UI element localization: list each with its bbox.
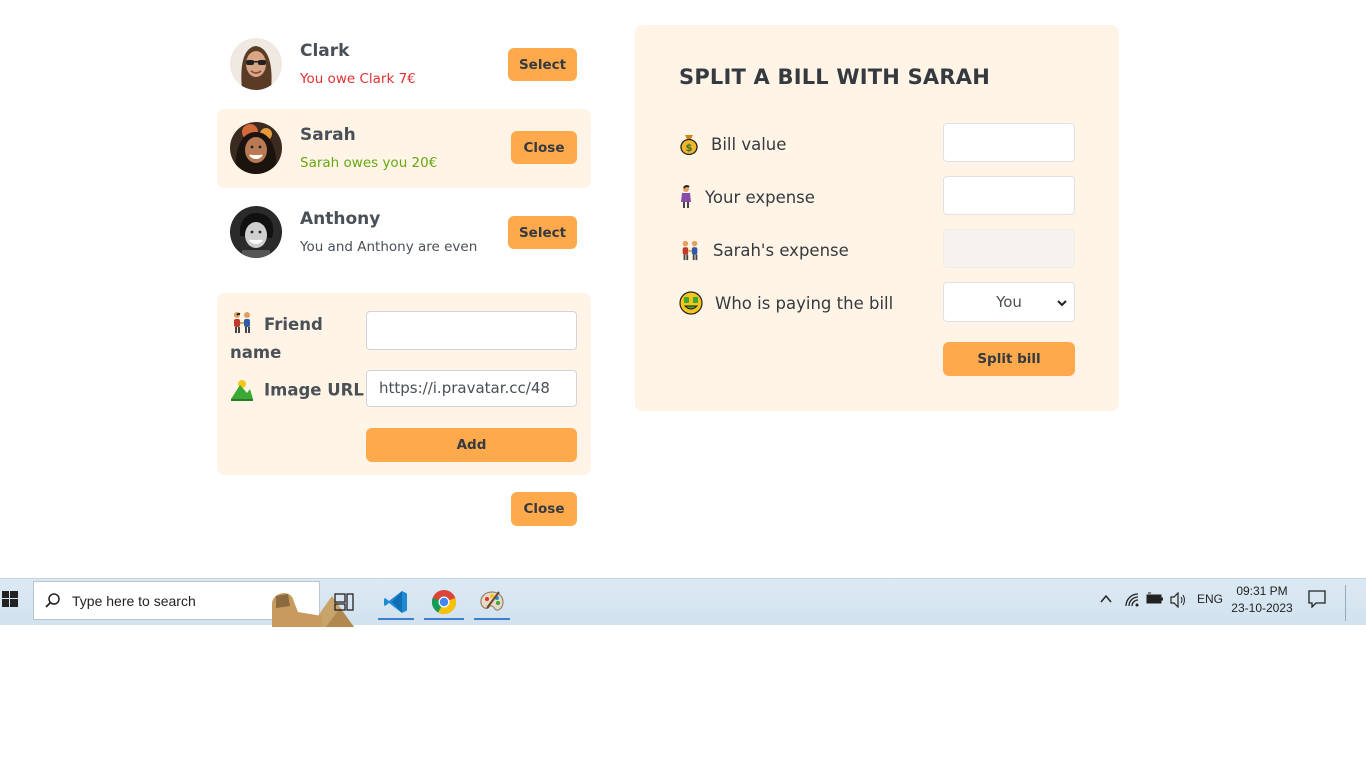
bill-value-input[interactable] bbox=[943, 123, 1075, 162]
friend-name-label-line2: name bbox=[230, 343, 282, 362]
balance-status: Sarah owes you 20€ bbox=[300, 155, 438, 171]
volume-icon[interactable] bbox=[1170, 591, 1188, 611]
chrome-taskbar-icon[interactable] bbox=[422, 584, 466, 620]
search-icon bbox=[44, 592, 62, 614]
sarah-avatar bbox=[230, 122, 282, 174]
paint-active-indicator bbox=[474, 618, 510, 620]
your-expense-label: Your expense bbox=[679, 185, 815, 209]
chrome-active-indicator bbox=[424, 618, 464, 620]
clark-avatar bbox=[230, 38, 282, 90]
paint-taskbar-icon[interactable] bbox=[472, 584, 512, 620]
close-add-form-button[interactable]: Close bbox=[511, 492, 577, 526]
anthony-avatar bbox=[230, 206, 282, 258]
money-mouth-face-icon bbox=[679, 291, 703, 315]
balance-status: You owe Clark 7€ bbox=[300, 71, 416, 87]
friend-name-label: Friend name bbox=[230, 310, 323, 365]
search-placeholder: Type here to search bbox=[72, 593, 196, 609]
friend-item-sarah: Sarah Sarah owes you 20€ Close bbox=[217, 109, 591, 188]
select-anthony-button[interactable]: Select bbox=[508, 216, 577, 249]
friend-name: Sarah bbox=[300, 125, 356, 145]
add-friend-button[interactable]: Add bbox=[366, 428, 577, 462]
image-url-label-text: Image URL bbox=[264, 380, 364, 400]
people-holding-hands-icon bbox=[679, 238, 701, 262]
image-url-label: Image URL bbox=[230, 377, 364, 405]
add-friend-form: Friend name Image URL https://i.pravatar.… bbox=[217, 293, 591, 475]
friend-expense-label-text: Sarah's expense bbox=[713, 240, 849, 260]
friend-expense-label: Sarah's expense bbox=[679, 238, 849, 262]
friends-list: Clark You owe Clark 7€ Select Sarah Sara… bbox=[217, 25, 591, 272]
payer-select[interactable]: You bbox=[943, 282, 1075, 322]
split-form-title: SPLIT A BILL WITH SARAH bbox=[679, 65, 990, 89]
battery-icon[interactable] bbox=[1146, 592, 1164, 609]
taskbar-search-box[interactable]: Type here to search bbox=[33, 581, 354, 627]
friend-name: Clark bbox=[300, 41, 350, 61]
your-expense-label-text: Your expense bbox=[705, 187, 815, 207]
your-expense-input[interactable] bbox=[943, 176, 1075, 215]
close-sarah-button[interactable]: Close bbox=[511, 131, 577, 164]
friend-name: Anthony bbox=[300, 209, 381, 229]
friend-expense-input bbox=[943, 229, 1075, 268]
friend-name-label-line1: Friend bbox=[264, 315, 323, 334]
friend-item-anthony: Anthony You and Anthony are even Select bbox=[217, 193, 591, 272]
svg-text:$: $ bbox=[686, 143, 693, 154]
windows-start-icon[interactable] bbox=[2, 591, 18, 607]
payer-label: Who is paying the bill bbox=[679, 291, 893, 315]
clock-time: 09:31 PM bbox=[1236, 584, 1288, 598]
people-holding-hands-icon bbox=[230, 310, 254, 341]
money-bag-icon: $ bbox=[679, 133, 699, 155]
vscode-taskbar-icon[interactable] bbox=[376, 584, 416, 620]
split-bill-form: SPLIT A BILL WITH SARAH $ Bill value You… bbox=[635, 25, 1119, 411]
friend-name-input[interactable] bbox=[366, 311, 577, 350]
image-url-input[interactable]: https://i.pravatar.cc/48 bbox=[366, 370, 577, 407]
notifications-icon[interactable] bbox=[1308, 590, 1326, 611]
bill-value-label-text: Bill value bbox=[711, 134, 787, 154]
show-hidden-icons-chevron-icon[interactable] bbox=[1099, 592, 1113, 609]
mountain-image-icon bbox=[230, 377, 254, 405]
split-bill-button[interactable]: Split bill bbox=[943, 342, 1075, 376]
select-clark-button[interactable]: Select bbox=[508, 48, 577, 81]
chevron-down-icon bbox=[1056, 295, 1068, 313]
clock[interactable]: 09:31 PM 23-10-2023 bbox=[1226, 583, 1298, 617]
taskbar: Type here to search ENG 09:31 PM 23-10-2… bbox=[0, 578, 1366, 627]
friend-item-clark: Clark You owe Clark 7€ Select bbox=[217, 25, 591, 104]
wifi-icon[interactable] bbox=[1124, 592, 1140, 611]
payer-selected-value: You bbox=[996, 293, 1022, 311]
bill-value-label: $ Bill value bbox=[679, 133, 786, 155]
payer-label-text: Who is paying the bill bbox=[715, 293, 894, 313]
show-desktop-divider[interactable] bbox=[1345, 585, 1346, 621]
clock-date: 23-10-2023 bbox=[1231, 601, 1293, 615]
input-language[interactable]: ENG bbox=[1197, 592, 1223, 606]
task-view-icon[interactable] bbox=[326, 584, 362, 620]
vscode-active-indicator bbox=[378, 618, 414, 620]
person-icon bbox=[679, 185, 693, 209]
balance-status: You and Anthony are even bbox=[300, 239, 478, 255]
